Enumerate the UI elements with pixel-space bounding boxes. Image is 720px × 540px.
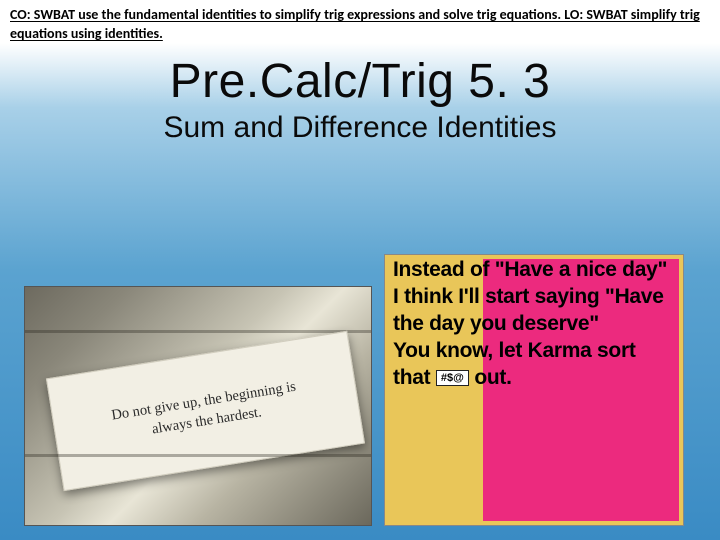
image-row: Do not give up, the beginning is always … (24, 254, 696, 526)
karma-quote: Instead of "Have a nice day" I think I'l… (393, 257, 677, 391)
karma-text-pre: Instead of "Have a nice day" I think I'l… (393, 258, 667, 389)
learning-objectives: CO: SWBAT use the fundamental identities… (0, 0, 720, 48)
quote-photo-right: Instead of "Have a nice day" I think I'l… (384, 254, 684, 526)
quote-photo-left: Do not give up, the beginning is always … (24, 286, 372, 526)
karma-text-post: out. (469, 366, 512, 389)
censor-box: #$@ (436, 370, 469, 386)
slide-title: Pre.Calc/Trig 5. 3 (0, 54, 720, 109)
paper-strip: Do not give up, the beginning is always … (46, 331, 365, 491)
slide-subtitle: Sum and Difference Identities (0, 111, 720, 145)
paper-quote: Do not give up, the beginning is always … (110, 376, 301, 445)
